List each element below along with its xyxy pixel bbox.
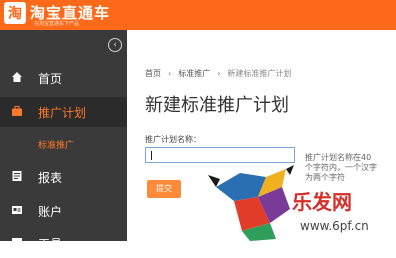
account-icon	[12, 206, 22, 214]
watermark-url: www.6pf.cn	[300, 219, 369, 233]
sidebar-item-label: 账户	[38, 205, 63, 219]
report-icon	[12, 171, 22, 181]
sidebar-item-label: 推广计划	[38, 106, 87, 120]
plan-name-label: 推广计划名称：	[145, 135, 201, 144]
breadcrumb: 首页 › 标准推广 › 新建标准推广计划	[145, 68, 291, 79]
sidebar-item-promotion-plan[interactable]: 推广计划	[0, 97, 127, 127]
breadcrumb-home[interactable]: 首页	[145, 69, 161, 78]
sidebar-item-label: 工具	[38, 237, 63, 251]
briefcase-icon	[12, 106, 22, 116]
home-icon	[12, 72, 22, 82]
breadcrumb-standard[interactable]: 标准推广	[178, 69, 210, 78]
top-bar: 淘 淘宝直通车 在淘宝直通车下产品	[0, 0, 396, 30]
chevron-right-icon: ›	[168, 69, 172, 78]
sidebar-item-account[interactable]: 账户	[0, 196, 127, 226]
text-caret	[151, 151, 152, 160]
chevron-right-icon: ›	[217, 69, 221, 78]
submit-button[interactable]: 提交	[147, 180, 181, 198]
sidebar-subitem-standard[interactable]: 标准推广	[38, 138, 74, 151]
breadcrumb-current: 新建标准推广计划	[227, 69, 292, 78]
sidebar-item-label: 报表	[38, 171, 63, 185]
sidebar-item-report[interactable]: 报表	[0, 162, 127, 192]
watermark-text: 乐发网	[292, 190, 352, 214]
app-tagline: 在淘宝直通车下产品	[34, 21, 80, 27]
plan-name-input[interactable]	[145, 147, 295, 163]
sidebar-item-label: 首页	[38, 72, 63, 86]
tool-icon	[12, 238, 22, 247]
sidebar-item-tools[interactable]: 工具	[0, 228, 127, 258]
sidebar-item-home[interactable]: 首页	[0, 63, 127, 93]
page-title: 新建标准推广计划	[145, 95, 289, 116]
collapse-sidebar-icon[interactable]: ‹	[108, 38, 122, 52]
logo-icon: 淘	[4, 2, 26, 24]
